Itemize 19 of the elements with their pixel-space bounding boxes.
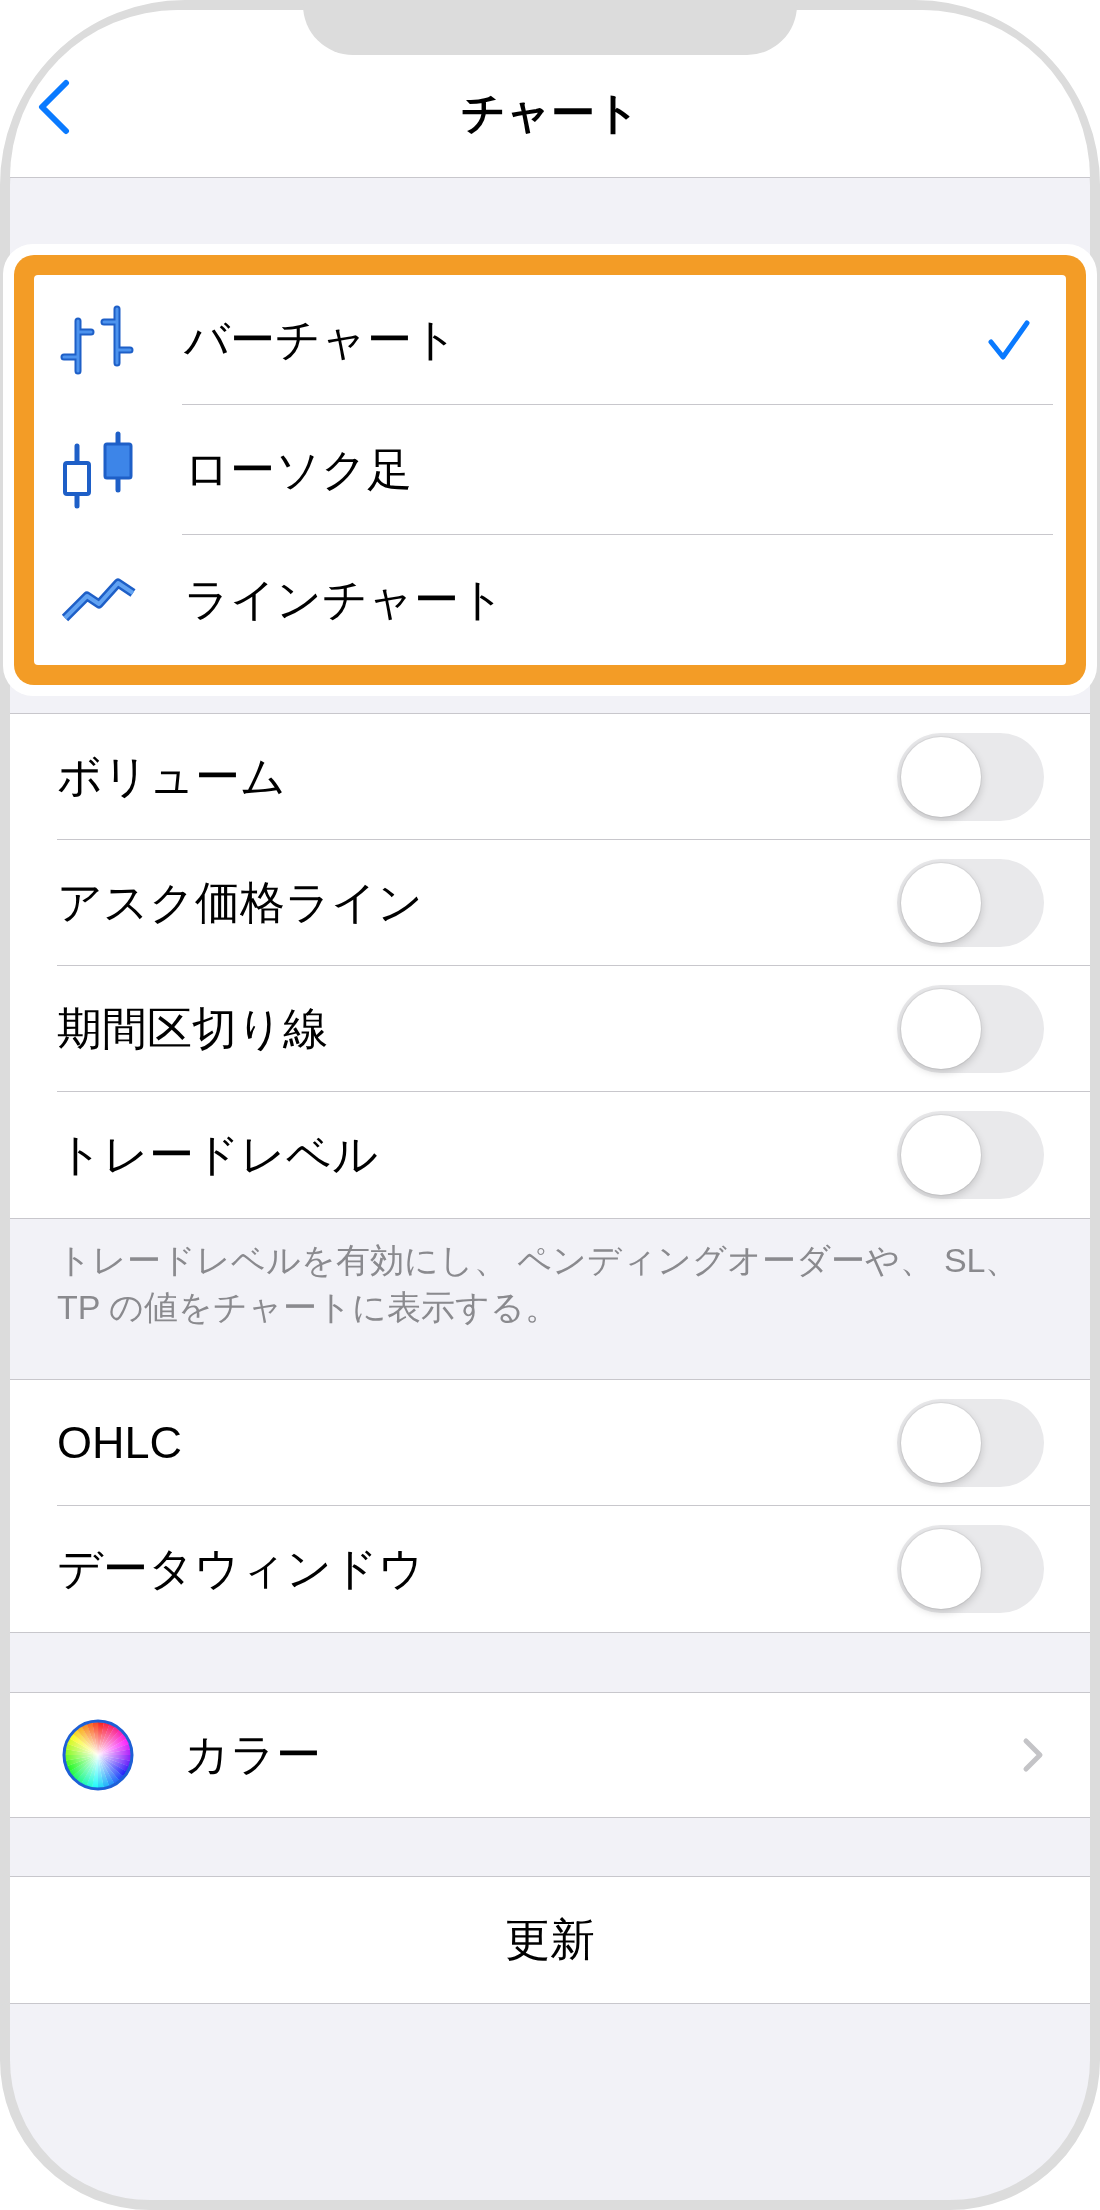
toggle-label: アスク価格ライン	[57, 875, 423, 930]
toggle-label: 期間区切り線	[57, 1001, 328, 1056]
chevron-right-icon	[1022, 1737, 1044, 1773]
chart-type-option[interactable]: ローソク足	[34, 405, 1066, 535]
toggle-label: トレードレベル	[57, 1128, 378, 1182]
back-icon	[37, 79, 71, 135]
toggle-label: データウィンドウ	[57, 1542, 424, 1596]
toggle-label: ボリューム	[57, 749, 286, 804]
chart-type-option[interactable]: バーチャート	[34, 275, 1066, 405]
footer-note: トレードレベルを有効にし、 ペンディングオーダーや、 SL、TP の値をチャートに表示する。	[57, 1240, 1021, 1328]
color-wheel-icon	[62, 1719, 134, 1791]
line-chart-icon	[60, 576, 138, 624]
color-menu-item[interactable]: カラー	[10, 1692, 1090, 1818]
bar-chart-icon	[60, 305, 134, 375]
candlestick-icon	[60, 430, 134, 510]
refresh-button[interactable]: 更新	[10, 1876, 1090, 2004]
chart-type-option[interactable]: ラインチャート	[34, 535, 1066, 665]
toggle-label: OHLC	[57, 1415, 183, 1470]
screen-title: チャート	[460, 87, 640, 139]
